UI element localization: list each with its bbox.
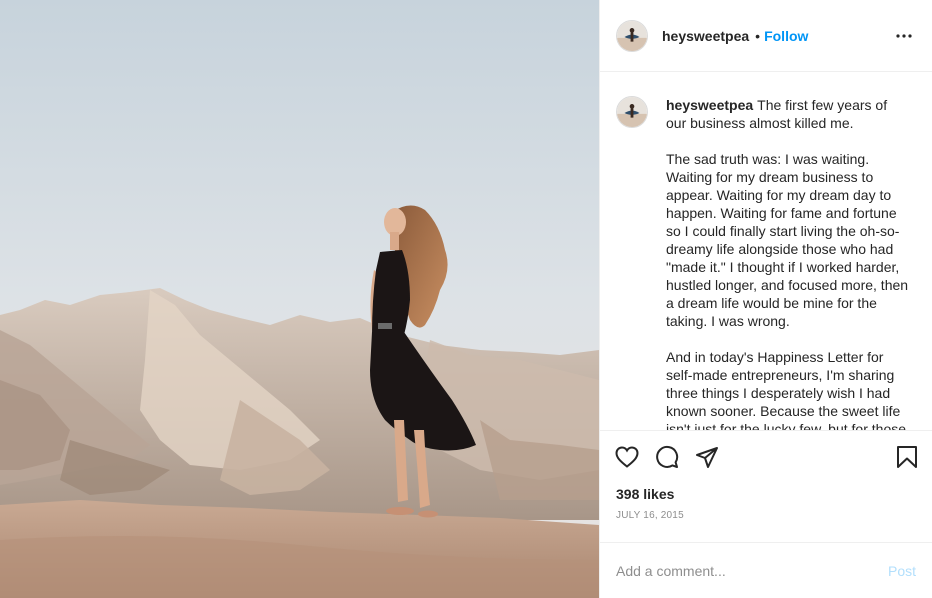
comment-icon [656, 445, 679, 468]
comments-area[interactable]: heysweetpea The first few years of our bu… [600, 72, 932, 430]
caption-avatar[interactable] [616, 96, 648, 128]
share-icon [696, 446, 718, 468]
follow-button[interactable]: Follow [764, 28, 808, 44]
more-options-button[interactable] [892, 24, 916, 48]
post-date[interactable]: JULY 16, 2015 [600, 506, 932, 542]
post-side-panel: heysweetpea • Follow heysweetpea The fir… [599, 0, 932, 598]
heart-icon [615, 445, 639, 468]
more-horizontal-icon [896, 33, 912, 38]
likes-count[interactable]: 398 likes [600, 482, 932, 506]
bookmark-icon [897, 445, 917, 468]
post-photo[interactable] [0, 0, 599, 598]
post-header: heysweetpea • Follow [600, 0, 932, 72]
save-button[interactable] [894, 444, 920, 470]
action-bar [600, 430, 932, 482]
like-button[interactable] [614, 444, 640, 470]
caption-text: heysweetpea The first few years of our bu… [666, 96, 910, 430]
caption-paragraph-3: And in today's Happiness Letter for self… [666, 349, 907, 430]
photo-woman-in-badlands [0, 0, 599, 598]
comment-form: Post [600, 542, 932, 598]
instagram-post: heysweetpea • Follow heysweetpea The fir… [0, 0, 932, 598]
avatar[interactable] [616, 19, 648, 52]
comment-button[interactable] [654, 444, 680, 470]
comment-input[interactable] [616, 562, 888, 579]
header-separator: • [755, 27, 761, 44]
share-button[interactable] [694, 444, 720, 470]
caption: heysweetpea The first few years of our bu… [616, 96, 916, 430]
caption-paragraph-2: The sad truth was: I was waiting. Waitin… [666, 151, 909, 329]
header-username[interactable]: heysweetpea [662, 28, 749, 44]
caption-username[interactable]: heysweetpea [666, 97, 753, 113]
post-comment-button[interactable]: Post [888, 563, 916, 579]
